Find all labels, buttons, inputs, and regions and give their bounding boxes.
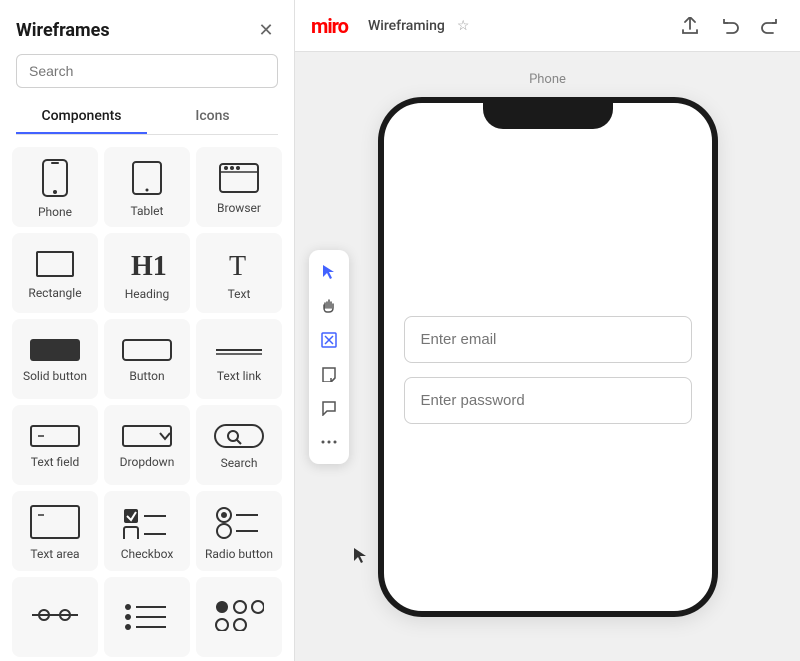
phone-mockup <box>378 97 718 617</box>
component-dropdown-label: Dropdown <box>120 455 175 469</box>
component-text-area-label: Text area <box>30 547 79 561</box>
component-phone[interactable]: Phone <box>12 147 98 227</box>
component-phone-label: Phone <box>38 205 72 219</box>
component-radio-button-label: Radio button <box>205 547 273 561</box>
component-list[interactable] <box>104 577 190 657</box>
search-icon <box>214 424 264 448</box>
undo-button[interactable] <box>716 12 744 40</box>
dropdown-icon <box>122 425 172 447</box>
search-input[interactable] <box>16 54 278 88</box>
sidebar-header: Wireframes ✕ <box>0 0 294 54</box>
workspace-label: Wireframing <box>368 18 445 34</box>
frame-tool-button[interactable] <box>313 324 345 356</box>
svg-text:H1: H1 <box>131 251 167 279</box>
heading-icon: H1 <box>127 249 167 279</box>
component-slider[interactable] <box>12 577 98 657</box>
component-heading-label: Heading <box>125 287 170 301</box>
tab-icons[interactable]: Icons <box>147 100 278 134</box>
redo-button[interactable] <box>756 12 784 40</box>
solid-button-icon <box>30 339 80 361</box>
list-icon <box>122 599 172 631</box>
phone-canvas-label: Phone <box>529 72 566 87</box>
password-field[interactable] <box>404 377 692 424</box>
browser-icon <box>219 163 259 193</box>
tablet-icon <box>129 160 165 196</box>
comment-tool-button[interactable] <box>313 392 345 424</box>
component-rectangle-label: Rectangle <box>28 286 81 300</box>
component-checkbox[interactable]: Checkbox <box>104 491 190 571</box>
rectangle-icon <box>35 250 75 278</box>
component-dropdown[interactable]: Dropdown <box>104 405 190 485</box>
component-text-field[interactable]: Text field <box>12 405 98 485</box>
cursor-indicator <box>353 547 367 561</box>
checkbox-icon <box>122 505 172 539</box>
tab-components[interactable]: Components <box>16 100 147 134</box>
component-solid-button-label: Solid button <box>23 369 87 383</box>
text-area-icon <box>30 505 80 539</box>
component-search[interactable]: Search <box>196 405 282 485</box>
main-canvas: miro Wireframing ☆ Phone <box>295 0 800 661</box>
slider-icon <box>30 607 80 623</box>
tabs-container: Components Icons <box>16 100 278 135</box>
topbar: miro Wireframing ☆ <box>295 0 800 52</box>
component-radio-group[interactable] <box>196 577 282 657</box>
component-button[interactable]: Button <box>104 319 190 399</box>
component-browser[interactable]: Browser <box>196 147 282 227</box>
svg-text:T: T <box>229 251 246 279</box>
upload-button[interactable] <box>676 12 704 40</box>
text-link-icon <box>214 339 264 361</box>
component-heading[interactable]: H1 Heading <box>104 233 190 313</box>
sticky-tool-button[interactable] <box>313 358 345 390</box>
component-radio-button[interactable]: Radio button <box>196 491 282 571</box>
sidebar-title: Wireframes <box>16 20 110 41</box>
component-text-label: Text <box>228 287 251 301</box>
component-checkbox-label: Checkbox <box>121 547 174 561</box>
search-container <box>0 54 294 100</box>
component-text-area[interactable]: Text area <box>12 491 98 571</box>
component-solid-button[interactable]: Solid button <box>12 319 98 399</box>
component-text[interactable]: T Text <box>196 233 282 313</box>
text-icon: T <box>225 249 253 279</box>
components-grid: Phone Tablet Br <box>0 135 294 661</box>
cursor-tool-button[interactable] <box>313 256 345 288</box>
radio-button-icon <box>214 505 264 539</box>
floating-toolbar <box>309 250 349 464</box>
more-tools-button[interactable] <box>313 426 345 458</box>
phone-icon <box>39 159 71 197</box>
radio-group-icon <box>214 599 264 631</box>
star-icon[interactable]: ☆ <box>457 18 470 34</box>
text-field-icon <box>30 425 80 447</box>
miro-logo: miro <box>311 14 348 38</box>
component-rectangle[interactable]: Rectangle <box>12 233 98 313</box>
component-text-link-label: Text link <box>217 369 261 383</box>
component-browser-label: Browser <box>217 201 261 215</box>
phone-notch <box>483 103 613 129</box>
component-tablet[interactable]: Tablet <box>104 147 190 227</box>
phone-content <box>384 129 712 611</box>
button-icon <box>122 339 172 361</box>
component-search-label: Search <box>221 456 258 470</box>
component-tablet-label: Tablet <box>131 204 164 218</box>
component-text-link[interactable]: Text link <box>196 319 282 399</box>
hand-tool-button[interactable] <box>313 290 345 322</box>
canvas-area: Phone <box>295 52 800 661</box>
close-button[interactable]: ✕ <box>254 18 278 42</box>
component-text-field-label: Text field <box>31 455 80 469</box>
component-button-label: Button <box>129 369 164 383</box>
email-field[interactable] <box>404 316 692 363</box>
sidebar: Wireframes ✕ Components Icons Phone <box>0 0 295 661</box>
